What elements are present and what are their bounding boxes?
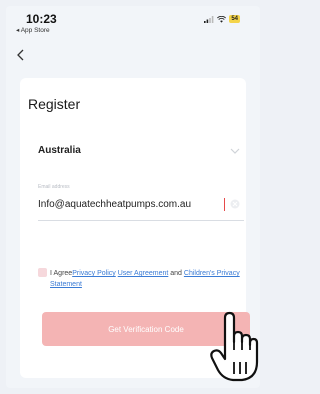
signal-icon [204,15,214,23]
privacy-policy-link[interactable]: Privacy Policy [72,270,116,277]
agreement-checkbox[interactable] [38,268,47,277]
chevron-down-icon [230,148,240,154]
agree-prefix: I Agree [50,270,73,277]
country-select[interactable]: Australia [38,138,244,166]
email-value: Info@aquatechheatpumps.com.au [38,199,192,210]
back-to-app-store-link[interactable]: ◂ App Store [16,26,50,34]
country-value: Australia [38,145,81,156]
page-title: Register [28,96,81,112]
phone-screen: 10:23 ◂ App Store 54 Register Australia [6,6,260,388]
text-cursor [224,198,225,211]
agreement-text: I AgreePrivacy Policy User Agreement and… [50,268,250,290]
email-field-label: Email address [38,184,70,190]
wifi-icon [217,15,227,23]
battery-icon: 54 [229,15,240,23]
chevron-left-icon[interactable] [16,48,26,62]
user-agreement-link[interactable]: User Agreement [118,270,169,277]
status-time: 10:23 [26,12,57,26]
status-bar: 10:23 ◂ App Store 54 [6,6,260,36]
clear-icon[interactable] [230,199,240,209]
email-field[interactable]: Email address Info@aquatechheatpumps.com… [38,180,244,221]
status-icons: 54 [204,15,240,23]
hand-pointer-icon [210,311,259,382]
agree-and: and [168,270,184,277]
